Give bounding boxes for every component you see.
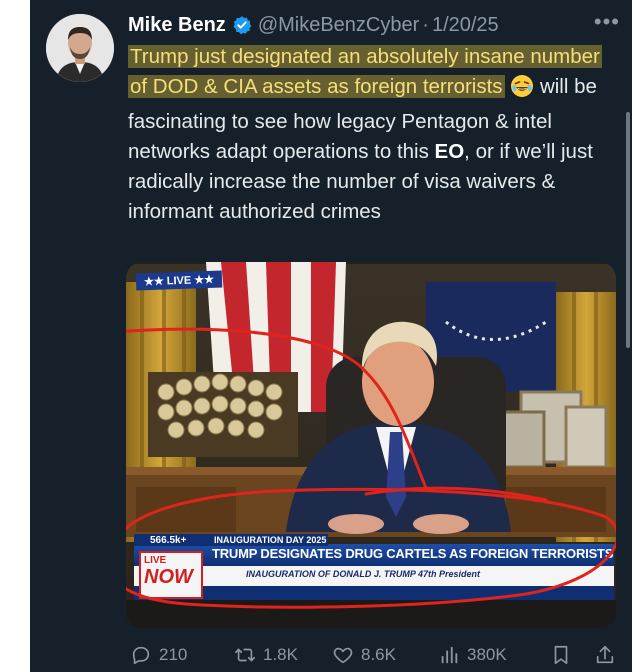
repost-count: 1.8K <box>263 645 298 664</box>
tweet-media-photo[interactable]: ★★ LIVE ★★ 566.5k+ INAUGURATION DAY 2025… <box>126 262 616 628</box>
tweet-date[interactable]: 1/20/25 <box>432 10 499 40</box>
author-name[interactable]: Mike Benz <box>128 10 226 40</box>
tweet-text: Trump just designated an absolutely insa… <box>128 42 608 227</box>
laughing-emoji-icon <box>510 74 534 107</box>
view-count: 380K <box>467 645 507 664</box>
avatar[interactable] <box>46 14 114 82</box>
tweet-actions: 210 1.8K 8.6K 380K <box>126 640 632 670</box>
like-count: 8.6K <box>361 645 396 664</box>
tweet-header: Mike Benz @MikeBenzCyber · 1/20/25 <box>128 10 608 40</box>
tweet-card[interactable]: Mike Benz @MikeBenzCyber · 1/20/25 ••• T… <box>30 0 632 672</box>
bookmark-button[interactable] <box>550 644 572 666</box>
verified-badge-icon <box>233 16 252 35</box>
repost-button[interactable]: 1.8K <box>234 644 298 666</box>
header-separator: · <box>422 14 429 36</box>
scrollbar[interactable] <box>626 112 630 348</box>
more-icon[interactable]: ••• <box>594 11 620 33</box>
tweet-text-bold: EO <box>434 140 465 163</box>
reply-icon <box>132 646 150 665</box>
share-button[interactable] <box>594 644 616 666</box>
repost-icon <box>235 648 255 662</box>
views-chart-icon <box>441 646 458 664</box>
reply-count: 210 <box>159 645 188 664</box>
author-handle[interactable]: @MikeBenzCyber <box>258 10 419 40</box>
red-annotation-scribble <box>126 327 616 609</box>
reply-button[interactable]: 210 <box>130 644 187 666</box>
avatar-image <box>46 14 114 82</box>
bookmark-icon <box>554 645 568 665</box>
like-button[interactable]: 8.6K <box>332 644 396 666</box>
heart-icon <box>333 647 353 664</box>
views-button[interactable]: 380K <box>438 644 507 666</box>
share-icon <box>596 645 614 664</box>
